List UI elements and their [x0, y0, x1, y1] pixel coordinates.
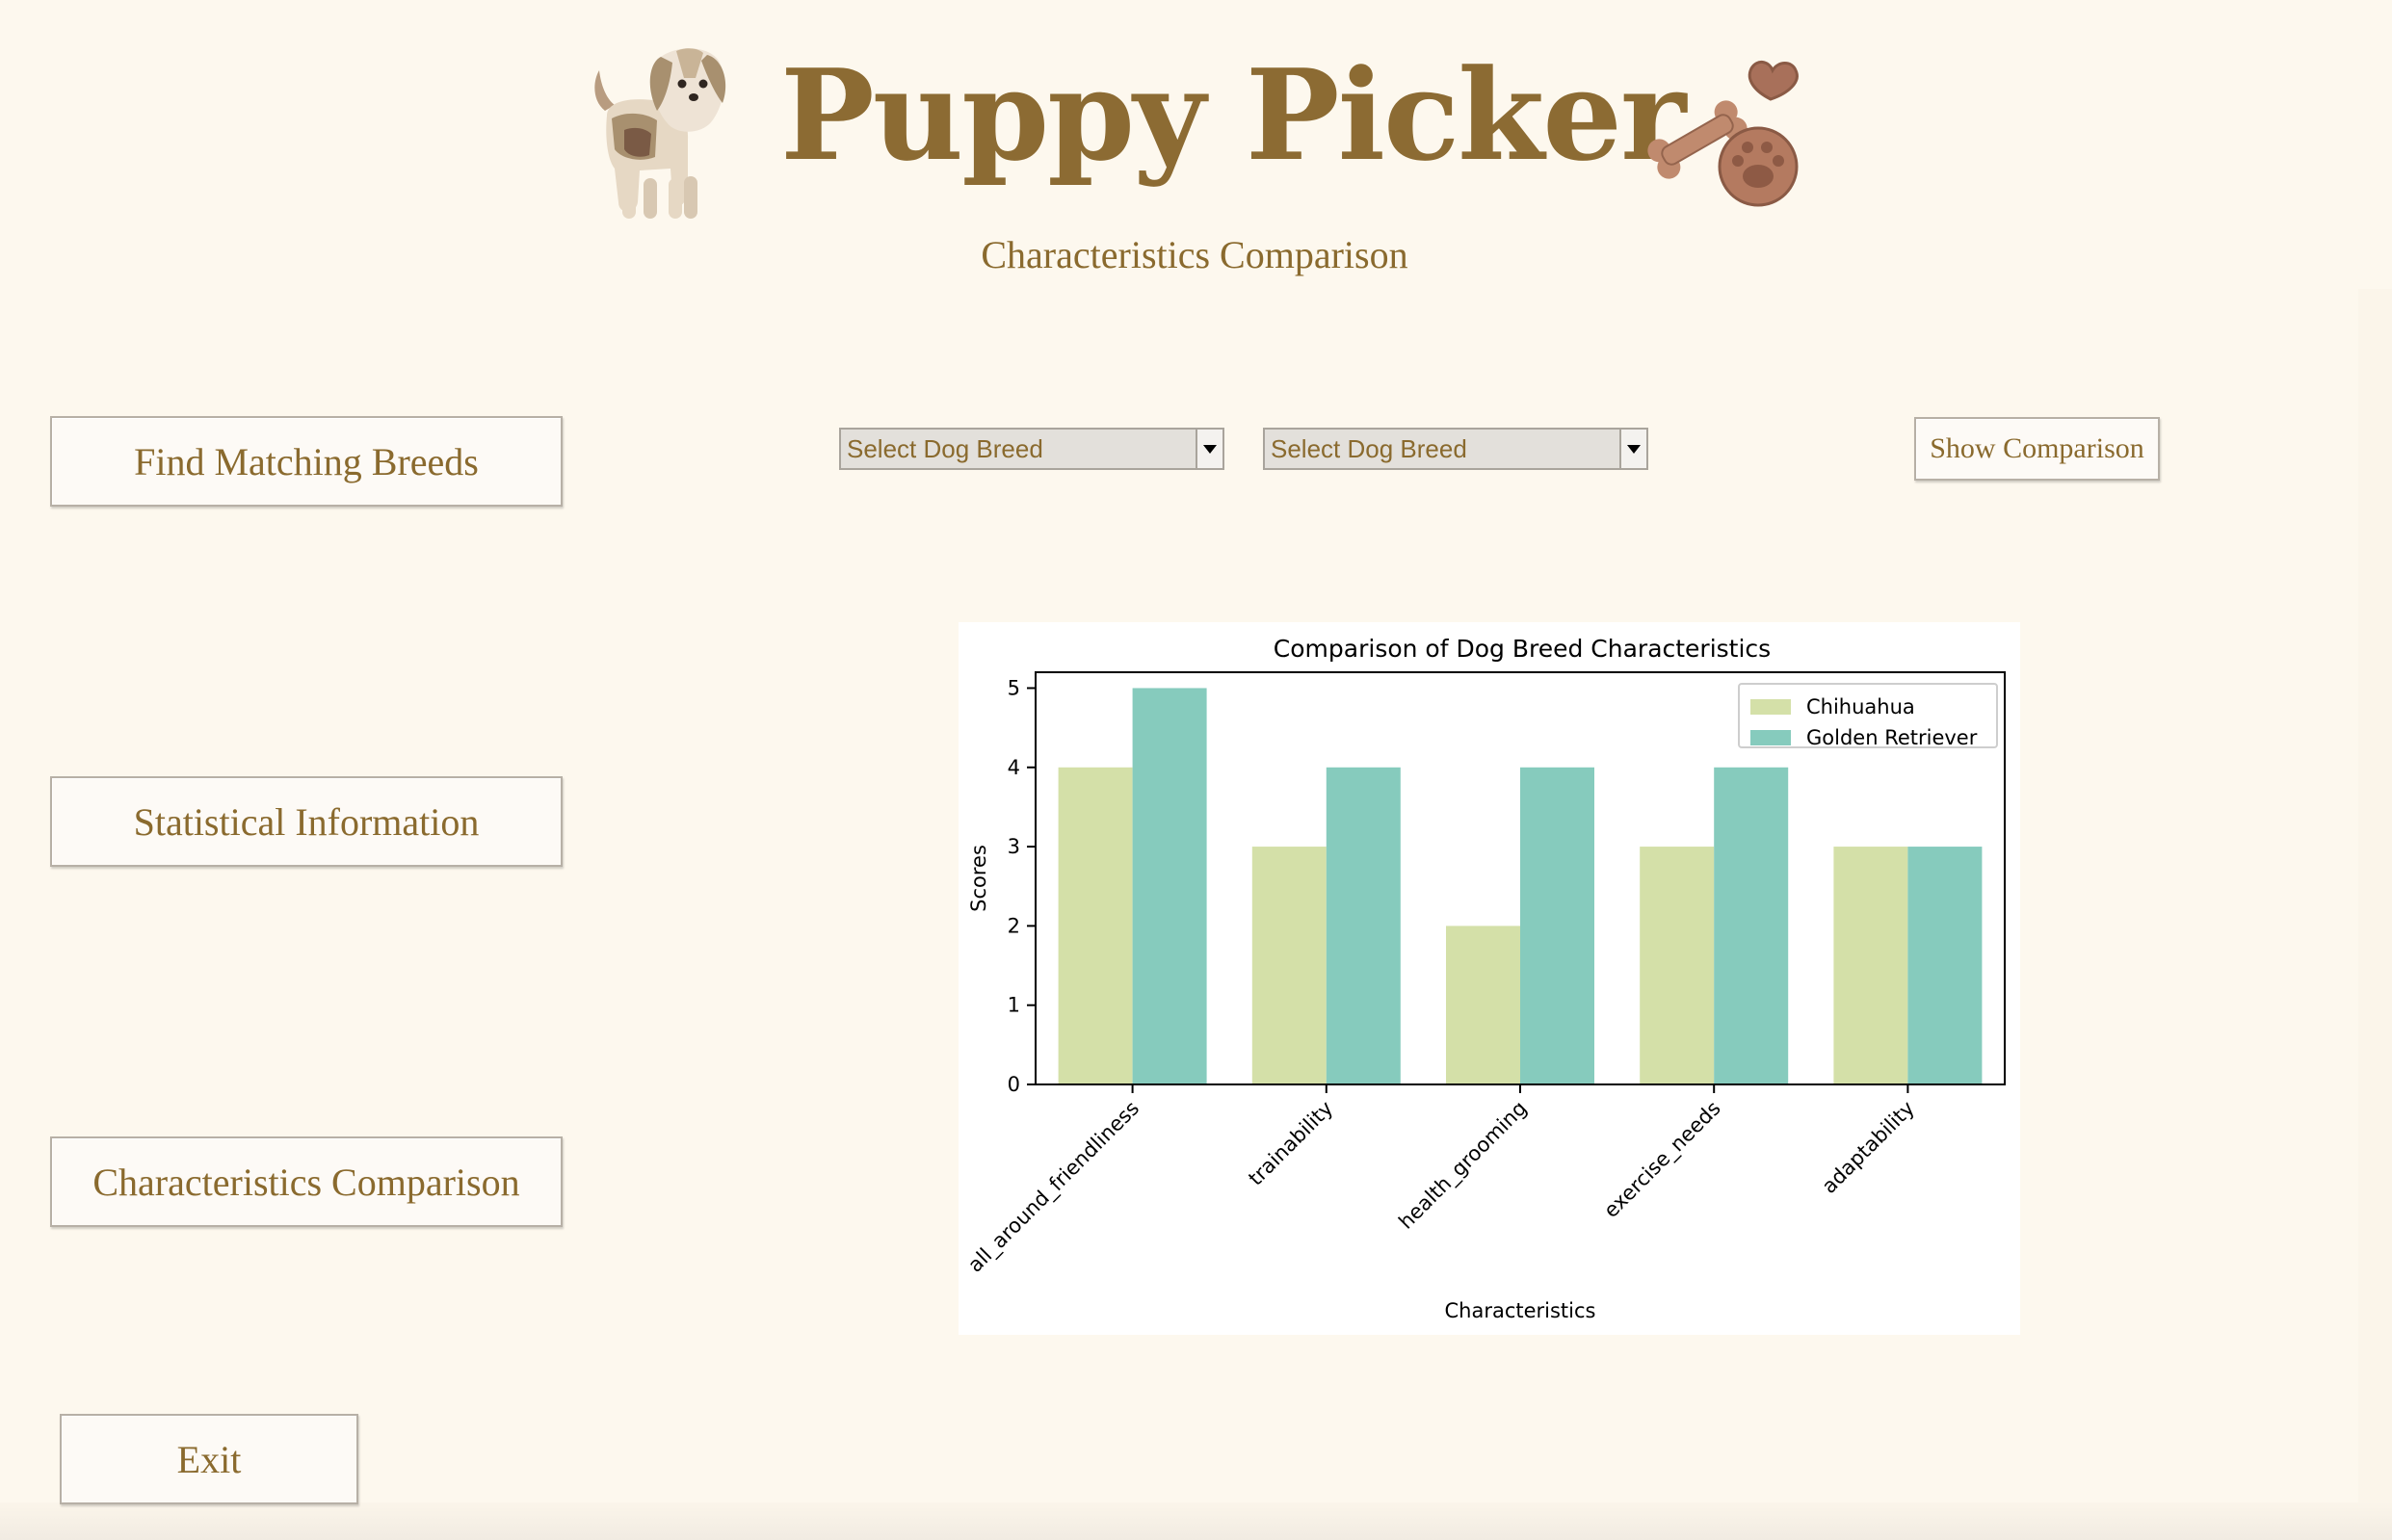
chart-title: Comparison of Dog Breed Characteristics	[1274, 635, 1771, 663]
breed-select-1[interactable]: Select Dog Breed	[839, 428, 1224, 470]
x-tick-label: all_around_friendliness	[963, 1097, 1144, 1278]
y-tick-label: 3	[1008, 835, 1020, 858]
page-subtitle: Characteristics Comparison	[981, 233, 1408, 276]
app-title: Puppy Picker	[780, 41, 1686, 189]
comparison-chart: Comparison of Dog Breed Characteristics …	[959, 622, 2020, 1335]
y-tick-label: 0	[1008, 1073, 1020, 1096]
y-axis-label: Scores	[967, 845, 990, 912]
window-bottom-edge	[0, 1502, 2392, 1540]
find-matching-breeds-button[interactable]: Find Matching Breeds	[50, 416, 563, 507]
x-tick-label: adaptability	[1818, 1097, 1919, 1198]
statistical-information-button[interactable]: Statistical Information	[50, 776, 563, 867]
x-tick-label: health_grooming	[1394, 1097, 1532, 1235]
puppy-icon	[594, 48, 726, 219]
chart-svg: Comparison of Dog Breed Characteristics …	[963, 635, 2006, 1322]
legend-label: Golden Retriever	[1806, 726, 1978, 749]
bar-chihuahua-health-grooming	[1446, 926, 1520, 1084]
bar-golden-retriever-adaptability	[1907, 847, 1983, 1084]
exit-button[interactable]: Exit	[60, 1414, 358, 1504]
bar-golden-retriever-trainability	[1326, 767, 1401, 1084]
show-comparison-button[interactable]: Show Comparison	[1914, 417, 2160, 481]
chevron-down-icon[interactable]	[1619, 430, 1646, 468]
window-edge	[2358, 289, 2392, 1540]
breed-select-2[interactable]: Select Dog Breed	[1263, 428, 1648, 470]
legend-label: Chihuahua	[1806, 695, 1915, 718]
x-tick-label: exercise_needs	[1599, 1097, 1725, 1223]
y-tick-label: 1	[1008, 994, 1020, 1017]
legend-swatch-chihuahua	[1750, 699, 1791, 715]
bar-chihuahua-adaptability	[1833, 847, 1908, 1084]
bar-chihuahua-trainability	[1251, 847, 1327, 1084]
chevron-down-icon[interactable]	[1196, 430, 1222, 468]
x-tick-label: trainability	[1244, 1097, 1337, 1190]
bar-chihuahua-all-around-friendliness	[1058, 767, 1133, 1084]
y-tick-label: 5	[1008, 676, 1020, 699]
bar-chihuahua-exercise-needs	[1640, 847, 1715, 1084]
legend-swatch-golden-retriever	[1750, 730, 1791, 745]
y-tick-label: 4	[1008, 756, 1020, 779]
bar-golden-retriever-health-grooming	[1520, 767, 1594, 1084]
breed-select-2-value: Select Dog Breed	[1271, 434, 1467, 463]
bar-golden-retriever-all-around-friendliness	[1132, 688, 1207, 1084]
breed-select-1-value: Select Dog Breed	[847, 434, 1043, 463]
bar-golden-retriever-exercise-needs	[1714, 767, 1789, 1084]
characteristics-comparison-button[interactable]: Characteristics Comparison	[50, 1136, 563, 1227]
bone-heart-paw-icon	[1647, 61, 1799, 207]
x-axis-label: Characteristics	[1444, 1299, 1595, 1322]
y-tick-label: 2	[1008, 914, 1020, 937]
